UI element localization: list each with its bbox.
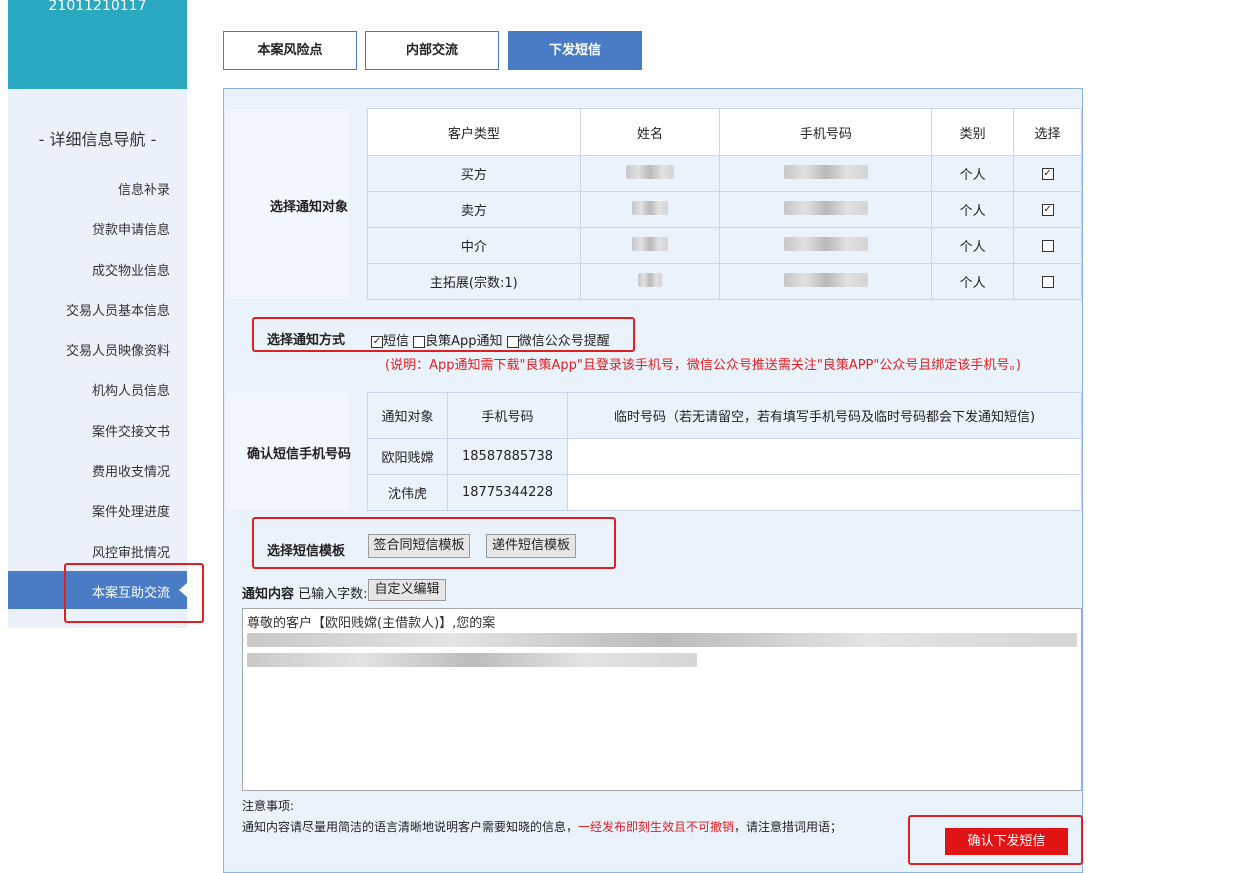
tab-send-sms[interactable]: 下发短信 (508, 31, 642, 70)
nav-item-party-basic-info[interactable]: 交易人员基本信息 (66, 300, 170, 319)
row-name-redacted (579, 191, 721, 228)
table-row: 欧阳贱嫦 18587885738 (367, 438, 1082, 475)
notes-warning: 一经发布即刻生效且不可撤销 (578, 820, 735, 834)
row-name-redacted (579, 155, 721, 192)
col-temp-phone: 临时号码（若无请留空，若有填写手机号码及临时号码都会下发通知短信) (567, 392, 1082, 439)
row-category: 个人 (931, 191, 1015, 228)
row-category: 个人 (931, 155, 1015, 192)
row-select (1013, 155, 1082, 192)
row-type: 买方 (367, 155, 581, 192)
col-recipient: 通知对象 (367, 392, 448, 439)
select-checkbox[interactable] (1041, 239, 1054, 252)
row-phone-redacted (719, 263, 933, 300)
col-phone: 手机号码 (719, 108, 933, 156)
row-name-redacted (579, 227, 721, 264)
temp-phone-input[interactable] (567, 438, 1082, 475)
method-note: (说明：App通知需下载"良策App"且登录该手机号，微信公众号推送需关注"良策… (385, 358, 1021, 373)
recipient-name: 沈伟虎 (367, 474, 448, 511)
nav-item-agency-staff[interactable]: 机构人员信息 (92, 380, 170, 399)
highlight-box (252, 317, 635, 352)
col-category: 类别 (931, 108, 1015, 156)
tab-risk-points[interactable]: 本案风险点 (223, 31, 357, 70)
table-row: 主拓展(宗数:1) 个人 (367, 263, 1082, 300)
select-checkbox[interactable] (1041, 275, 1054, 288)
user-id: 21011210117 (48, 0, 147, 14)
content-redacted (247, 653, 697, 667)
highlight-box (252, 517, 616, 569)
nav-item-property-info[interactable]: 成交物业信息 (92, 260, 170, 279)
row-phone-redacted (719, 227, 933, 264)
table-row: 卖方 个人 (367, 191, 1082, 228)
nav-title: - 详细信息导航 - (38, 130, 157, 149)
col-select: 选择 (1013, 108, 1082, 156)
select-checkbox[interactable] (1041, 167, 1054, 180)
content-text: 尊敬的客户【欧阳贱嫦(主借款人)】,您的案 (247, 616, 496, 631)
row-category: 个人 (931, 227, 1015, 264)
row-type: 主拓展(宗数:1) (367, 263, 581, 300)
highlight-box (908, 815, 1083, 865)
nav-item-fees[interactable]: 费用收支情况 (92, 461, 170, 480)
row-select (1013, 191, 1082, 228)
content-header: 通知内容 已输入字数:1 (242, 583, 376, 602)
content-redacted (247, 633, 1077, 647)
row-name-redacted (579, 263, 721, 300)
recipient-phone: 18587885738 (447, 438, 568, 475)
recipients-table: 客户类型 姓名 手机号码 类别 选择 买方 个人 卖方 个人 中介 个人 主拓展… (367, 108, 1082, 300)
sidebar: 21011210117 - 详细信息导航 - 信息补录 贷款申请信息 成交物业信… (8, 0, 187, 628)
notes-prefix: 通知内容请尽量用简洁的语言清晰地说明客户需要知晓的信息， (242, 820, 579, 834)
select-checkbox[interactable] (1041, 203, 1054, 216)
row-phone-redacted (719, 191, 933, 228)
row-type: 卖方 (367, 191, 581, 228)
notes-title: 注意事项: (242, 799, 295, 813)
row-category: 个人 (931, 263, 1015, 300)
temp-phone-input[interactable] (567, 474, 1082, 511)
custom-edit-button[interactable]: 自定义编辑 (368, 579, 446, 601)
confirm-phone-section-label: 确认短信手机号码 (247, 447, 352, 462)
notes-suffix: ，请注意措词用语； (734, 820, 843, 834)
recipient-name: 欧阳贱嫦 (367, 438, 448, 475)
col-phone: 手机号码 (447, 392, 568, 439)
highlight-box (64, 563, 204, 623)
nav-item-party-images[interactable]: 交易人员映像资料 (66, 340, 170, 359)
table-row: 中介 个人 (367, 227, 1082, 264)
row-select (1013, 227, 1082, 264)
nav-item-loan-application[interactable]: 贷款申请信息 (92, 219, 170, 238)
content-textarea[interactable]: 尊敬的客户【欧阳贱嫦(主借款人)】,您的案 (242, 608, 1082, 791)
col-name: 姓名 (579, 108, 721, 156)
nav-item-case-progress[interactable]: 案件处理进度 (92, 501, 170, 520)
notes-line: 通知内容请尽量用简洁的语言清晰地说明客户需要知晓的信息，一经发布即刻生效且不可撤… (242, 818, 842, 835)
table-row: 买方 个人 (367, 155, 1082, 192)
col-customer-type: 客户类型 (367, 108, 581, 156)
tab-internal-communication[interactable]: 内部交流 (365, 31, 499, 70)
nav-item-info-supplement[interactable]: 信息补录 (118, 179, 170, 198)
table-header: 通知对象 手机号码 临时号码（若无请留空，若有填写手机号码及临时号码都会下发通知… (367, 392, 1082, 439)
char-count-label: 已输入字数: (298, 587, 368, 602)
row-select (1013, 263, 1082, 300)
row-phone-redacted (719, 155, 933, 192)
table-header: 客户类型 姓名 手机号码 类别 选择 (367, 108, 1082, 156)
sidebar-header: 21011210117 (8, 0, 187, 89)
nav-item-handover-docs[interactable]: 案件交接文书 (92, 421, 170, 440)
content-label: 通知内容 (242, 587, 295, 602)
table-row: 沈伟虎 18775344228 (367, 474, 1082, 511)
confirm-phone-table: 通知对象 手机号码 临时号码（若无请留空，若有填写手机号码及临时号码都会下发通知… (367, 392, 1082, 511)
recipients-section-label: 选择通知对象 (270, 200, 349, 215)
row-type: 中介 (367, 227, 581, 264)
recipient-phone: 18775344228 (447, 474, 568, 511)
nav-item-risk-approval[interactable]: 风控审批情况 (92, 542, 170, 561)
